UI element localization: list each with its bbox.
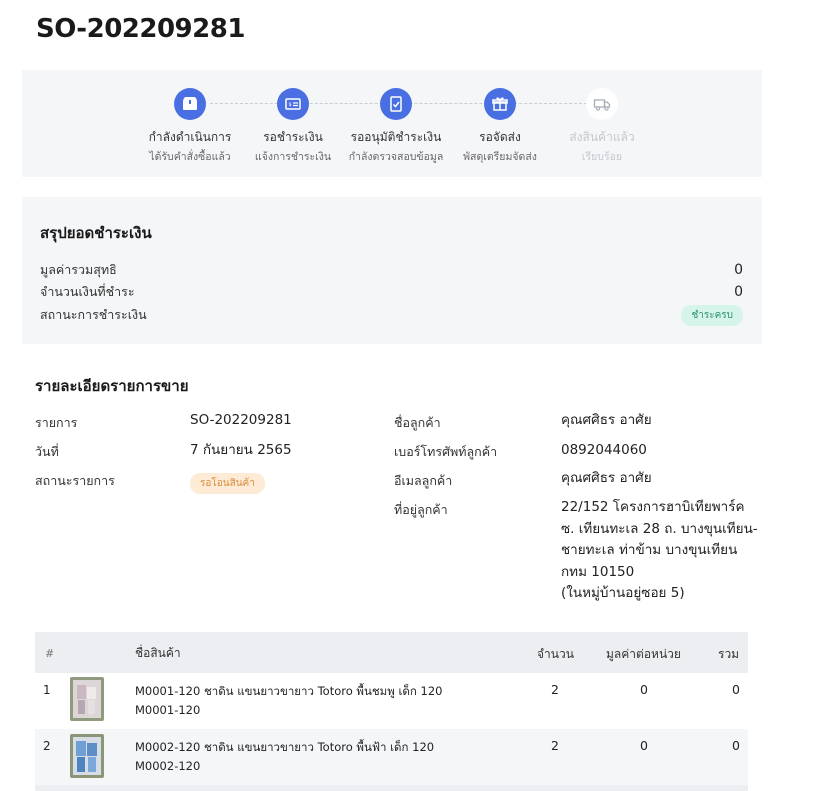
col-total-header: รวม — [718, 647, 740, 661]
payment-summary-card: สรุปยอดชำระเงิน มูลค่ารวมสุทธิ 0 จำนวนเง… — [22, 197, 762, 344]
row-qty: 2 — [551, 738, 559, 753]
step-label: รออนุมัติชำระเงิน — [350, 130, 442, 144]
row-index: 1 — [43, 683, 51, 697]
payment-status-row: สถานะการชำระเงิน ชำระครบ — [40, 304, 743, 326]
product-name: M0001-120 ชาดิน แขนยาวขายาว Totoro พื้นช… — [135, 684, 443, 698]
table-footer — [35, 785, 748, 791]
col-qty-header: จำนวน — [537, 647, 574, 661]
row-total: 0 — [732, 682, 740, 697]
row-index: 2 — [43, 739, 51, 753]
step-sublabel: แจ้งการชำระเงิน — [254, 151, 332, 163]
order-status-badge: รอโอนสินค้า — [190, 473, 265, 494]
step-label: ส่งสินค้าแล้ว — [569, 130, 635, 144]
payment-icon: $ — [277, 88, 309, 120]
table-header: # ชื่อสินค้า จำนวน มูลค่าต่อหน่วย รวม — [35, 632, 748, 673]
address-line: กทม 10150 — [561, 563, 635, 580]
step-label: รอชำระเงิน — [263, 130, 323, 144]
svg-text:$: $ — [289, 102, 292, 108]
order-status-label: สถานะรายการ — [35, 473, 115, 488]
col-unit-price-header: มูลค่าต่อหน่วย — [606, 647, 681, 661]
address-line: ชายทะเล ท่าข้าม บางขุนเทียน — [561, 542, 738, 558]
step-shipped: ส่งสินค้าแล้ว เรียบร้อย — [542, 88, 662, 165]
net-total-label: มูลค่ารวมสุทธิ — [40, 262, 117, 277]
product-name: M0002-120 ชาดิน แขนยาวขายาว Totoro พื้นฟ… — [135, 740, 435, 754]
customer-name-value: คุณศศิธร อาศัย — [561, 412, 652, 428]
document-check-icon — [380, 88, 412, 120]
row-unit-price: 0 — [640, 738, 648, 753]
step-sublabel: ได้รับคำสั่งซื้อแล้ว — [149, 151, 231, 163]
net-total-row: มูลค่ารวมสุทธิ 0 — [40, 260, 743, 280]
product-sku: M0001-120 — [135, 703, 201, 717]
order-number-label: รายการ — [35, 415, 78, 430]
net-total-value: 0 — [734, 262, 743, 278]
customer-email-value: คุณศศิธร อาศัย — [561, 470, 652, 486]
address-line: ซ. เทียนทะเล 28 ถ. บางขุนเทียน- — [561, 520, 758, 537]
col-index-header: # — [45, 647, 55, 660]
items-table: # ชื่อสินค้า จำนวน มูลค่าต่อหน่วย รวม 1 … — [35, 632, 748, 791]
product-sku: M0002-120 — [135, 759, 201, 773]
date-label: วันที่ — [35, 444, 59, 459]
step-awaiting-payment: $ รอชำระเงิน แจ้งการชำระเงิน — [233, 88, 353, 165]
order-number-value: SO-202209281 — [190, 412, 292, 428]
step-awaiting-approval: รออนุมัติชำระเงิน กำลังตรวจสอบข้อมูล — [336, 88, 456, 165]
row-qty: 2 — [551, 682, 559, 697]
table-row[interactable]: 1 M0001-120 ชาดิน แขนยาวขายาว Totoro พื้… — [35, 673, 748, 729]
payment-summary-title: สรุปยอดชำระเงิน — [40, 224, 152, 242]
amount-paid-row: จำนวนเงินที่ชำระ 0 — [40, 282, 743, 302]
row-unit-price: 0 — [640, 682, 648, 697]
row-total: 0 — [732, 738, 740, 753]
truck-icon — [586, 88, 618, 120]
amount-paid-value: 0 — [734, 284, 743, 300]
address-line: 22/152 โครงการฮาบิเทียพาร์ค — [561, 499, 745, 515]
order-progress-stepper: กำลังดำเนินการ ได้รับคำสั่งซื้อแล้ว $ รอ… — [22, 70, 762, 177]
address-line: (ในหมู่บ้านอยู่ซอย 5) — [561, 585, 685, 601]
box-icon — [174, 88, 206, 120]
customer-phone-value: 0892044060 — [561, 442, 647, 458]
customer-email-label: อีเมลลูกค้า — [394, 473, 453, 488]
customer-address-value: 22/152 โครงการฮาบิเทียพาร์ค ซ. เทียนทะเล… — [561, 497, 758, 605]
date-value: 7 กันยายน 2565 — [190, 442, 292, 458]
step-label: กำลังดำเนินการ — [148, 130, 232, 144]
sale-details-title: รายละเอียดรายการขาย — [35, 377, 189, 395]
step-processing: กำลังดำเนินการ ได้รับคำสั่งซื้อแล้ว — [130, 88, 250, 165]
table-row[interactable]: 2 M0002-120 ชาดิน แขนยาวขายาว Totoro พื้… — [35, 729, 748, 785]
step-sublabel: กำลังตรวจสอบข้อมูล — [348, 151, 444, 163]
amount-paid-label: จำนวนเงินที่ชำระ — [40, 284, 135, 299]
product-thumbnail — [70, 734, 104, 778]
step-sublabel: เรียบร้อย — [581, 151, 623, 163]
payment-status-badge: ชำระครบ — [681, 304, 743, 326]
customer-name-label: ชื่อลูกค้า — [394, 415, 441, 430]
gift-icon — [484, 88, 516, 120]
customer-phone-label: เบอร์โทรศัพท์ลูกค้า — [394, 444, 498, 459]
col-name-header: ชื่อสินค้า — [135, 646, 181, 660]
payment-status-label: สถานะการชำระเงิน — [40, 307, 147, 322]
product-thumbnail — [70, 677, 104, 721]
customer-address-label: ที่อยู่ลูกค้า — [394, 502, 448, 517]
page-title: SO-202209281 — [36, 14, 245, 44]
